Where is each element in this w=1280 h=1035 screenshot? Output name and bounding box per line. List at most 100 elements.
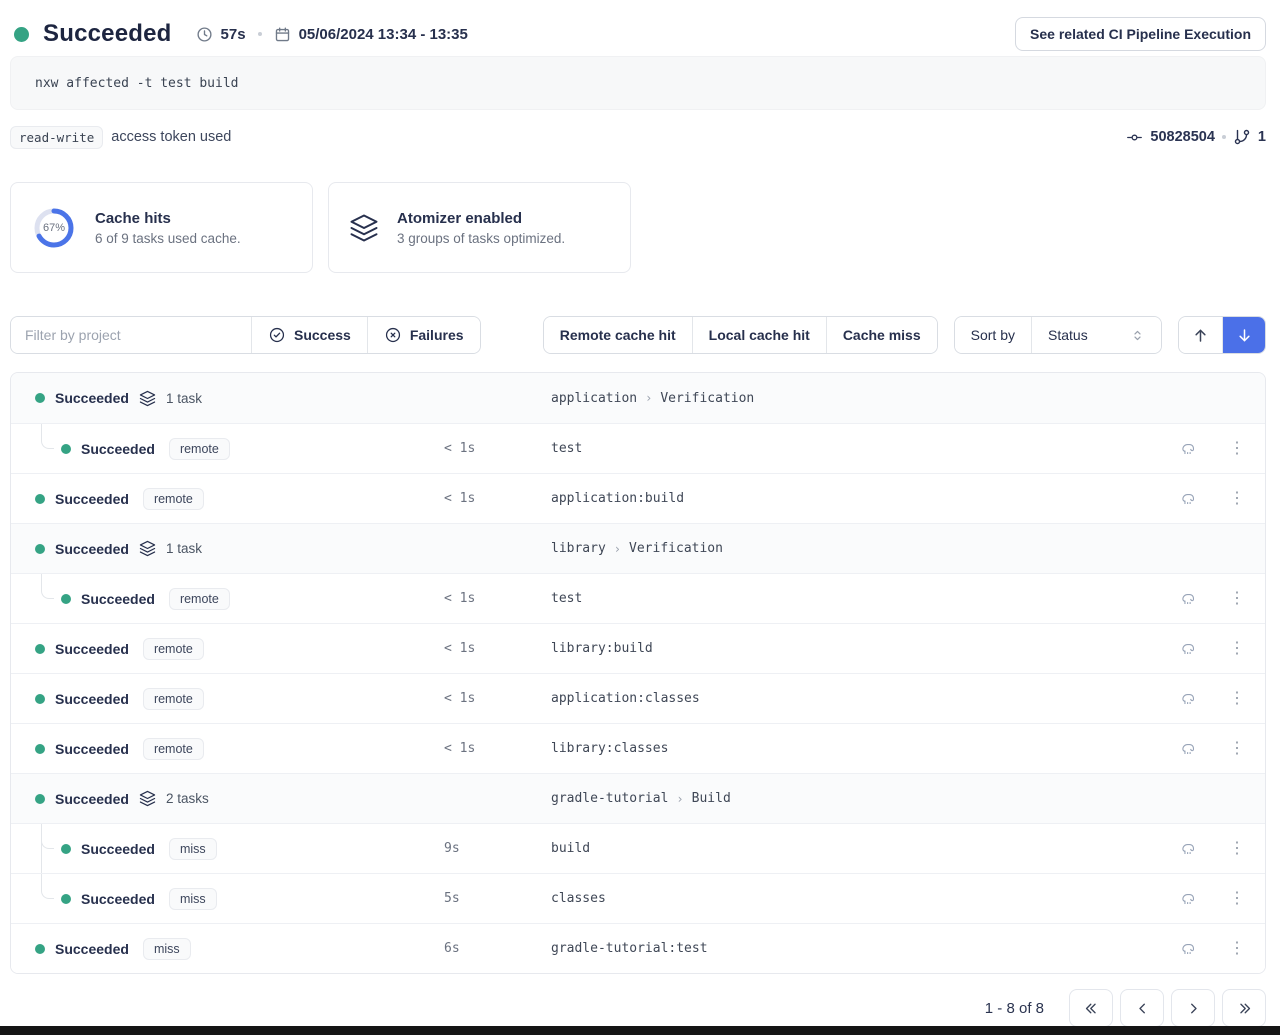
row-status-cell: Succeeded1 task — [35, 524, 444, 573]
sort-direction-group — [1178, 316, 1266, 354]
target-name: Verification — [660, 391, 754, 406]
header: Succeeded 57s 05/06/2024 13:34 - 13:35 S… — [0, 0, 1280, 52]
row-target-cell: build — [551, 841, 1161, 856]
date-range: 05/06/2024 13:34 - 13:35 — [299, 26, 468, 43]
row-status-cell: Succeeded2 tasks — [35, 774, 444, 823]
layers-icon — [139, 390, 156, 407]
kebab-menu-icon[interactable]: ⋮ — [1225, 639, 1249, 659]
gradle-icon[interactable] — [1179, 689, 1199, 709]
row-actions-cell: ⋮ — [1161, 639, 1249, 659]
row-status-cell: Succeeded remote — [35, 474, 444, 523]
summary-cards: 67% Cache hits 6 of 9 tasks used cache. … — [10, 182, 1266, 273]
gradle-icon[interactable] — [1179, 589, 1199, 609]
group-row[interactable]: Succeeded1 taskapplication›Verification — [11, 373, 1265, 423]
task-row[interactable]: Succeededremote< 1sapplication:classes⋮ — [11, 673, 1265, 723]
failures-filter-label: Failures — [410, 327, 464, 343]
tasks-count: 1 task — [166, 541, 202, 556]
failures-filter-button[interactable]: Failures — [367, 317, 480, 353]
command-text: nxw affected -t test build — [35, 76, 239, 91]
task-name: test — [551, 441, 582, 456]
project-name: library — [551, 541, 606, 556]
sort-by-label: Sort by — [955, 317, 1031, 353]
gradle-icon[interactable] — [1179, 889, 1199, 909]
gradle-icon[interactable] — [1179, 939, 1199, 959]
gradle-icon[interactable] — [1179, 839, 1199, 859]
local-cache-hit-button[interactable]: Local cache hit — [692, 317, 826, 353]
row-status-cell: Succeededmiss — [35, 874, 444, 923]
status-label: Succeeded — [55, 941, 129, 957]
task-row[interactable]: Succeededremote< 1slibrary:build⋮ — [11, 623, 1265, 673]
success-filter-label: Success — [294, 327, 351, 343]
kebab-menu-icon[interactable]: ⋮ — [1225, 739, 1249, 759]
status-dot — [35, 393, 45, 403]
task-row[interactable]: Succeededmiss6sgradle-tutorial:test⋮ — [11, 923, 1265, 973]
sort-ascending-button[interactable] — [1179, 317, 1222, 353]
sort-group: Sort by Status — [954, 316, 1162, 354]
row-duration-cell: 6s — [444, 941, 551, 956]
cache-status-badge: remote — [143, 638, 204, 660]
commit-id[interactable]: 50828504 — [1150, 129, 1215, 145]
kebab-menu-icon[interactable]: ⋮ — [1225, 889, 1249, 909]
gradle-icon[interactable] — [1179, 739, 1199, 759]
row-duration-cell: 5s — [444, 891, 551, 906]
remote-cache-hit-button[interactable]: Remote cache hit — [544, 317, 692, 353]
previous-page-button[interactable] — [1120, 989, 1164, 1027]
task-name: gradle-tutorial:test — [551, 941, 708, 956]
tree-connector — [41, 824, 54, 849]
row-target-cell: library:classes — [551, 741, 1161, 756]
status-dot — [35, 744, 45, 754]
sort-select[interactable]: Status — [1031, 317, 1161, 353]
gradle-icon[interactable] — [1179, 489, 1199, 509]
tree-connector — [41, 424, 54, 449]
gradle-icon[interactable] — [1179, 639, 1199, 659]
status-label: Succeeded — [55, 741, 129, 757]
status-label: Succeeded — [55, 390, 129, 406]
status-label: Succeeded — [55, 491, 129, 507]
group-row[interactable]: Succeeded1 tasklibrary›Verification — [11, 523, 1265, 573]
cache-status-badge: miss — [169, 888, 217, 910]
success-filter-button[interactable]: Success — [251, 317, 367, 353]
kebab-menu-icon[interactable]: ⋮ — [1225, 839, 1249, 859]
task-row[interactable]: Succeededremote< 1slibrary:classes⋮ — [11, 723, 1265, 773]
row-status-cell: Succeededremote — [35, 574, 444, 623]
task-row[interactable]: Succeededremote< 1sapplication:build⋮ — [11, 473, 1265, 523]
kebab-menu-icon[interactable]: ⋮ — [1225, 489, 1249, 509]
cache-status-badge: remote — [143, 488, 204, 510]
task-list: Succeeded1 taskapplication›VerificationS… — [10, 372, 1266, 974]
task-row[interactable]: Succeededmiss9sbuild⋮ — [11, 823, 1265, 873]
last-page-button[interactable] — [1222, 989, 1266, 1027]
gradle-icon[interactable] — [1179, 439, 1199, 459]
layers-icon — [139, 790, 156, 807]
row-duration-cell: < 1s — [444, 441, 551, 456]
access-token-badge: read-write — [10, 126, 103, 149]
chevron-right-icon: › — [645, 391, 652, 405]
filter-project-input[interactable] — [11, 317, 251, 353]
status-dot — [35, 794, 45, 804]
first-page-button[interactable] — [1069, 989, 1113, 1027]
row-target-cell: test — [551, 591, 1161, 606]
tree-connector-line — [41, 824, 42, 873]
project-name: application — [551, 391, 637, 406]
see-related-ci-pipeline-button[interactable]: See related CI Pipeline Execution — [1015, 17, 1266, 51]
arrow-up-icon — [1191, 326, 1210, 345]
kebab-menu-icon[interactable]: ⋮ — [1225, 439, 1249, 459]
x-circle-icon — [384, 326, 402, 344]
kebab-menu-icon[interactable]: ⋮ — [1225, 689, 1249, 709]
task-row[interactable]: Succeededremote< 1stest⋮ — [11, 573, 1265, 623]
kebab-menu-icon[interactable]: ⋮ — [1225, 589, 1249, 609]
status-dot — [14, 27, 29, 42]
next-page-button[interactable] — [1171, 989, 1215, 1027]
access-token-text: access token used — [111, 129, 231, 145]
group-row[interactable]: Succeeded2 tasksgradle-tutorial›Build — [11, 773, 1265, 823]
cache-status-badge: remote — [169, 438, 230, 460]
row-actions-cell: ⋮ — [1161, 839, 1249, 859]
task-row[interactable]: Succeededremote< 1stest⋮ — [11, 423, 1265, 473]
task-row[interactable]: Succeededmiss5sclasses⋮ — [11, 873, 1265, 923]
row-duration-cell: < 1s — [444, 741, 551, 756]
kebab-menu-icon[interactable]: ⋮ — [1225, 939, 1249, 959]
branch-count[interactable]: 1 — [1258, 129, 1266, 145]
sort-descending-button[interactable] — [1222, 317, 1265, 353]
cache-miss-button[interactable]: Cache miss — [826, 317, 937, 353]
pagination-label: 1 - 8 of 8 — [985, 1000, 1044, 1017]
row-target-cell: application:classes — [551, 691, 1161, 706]
